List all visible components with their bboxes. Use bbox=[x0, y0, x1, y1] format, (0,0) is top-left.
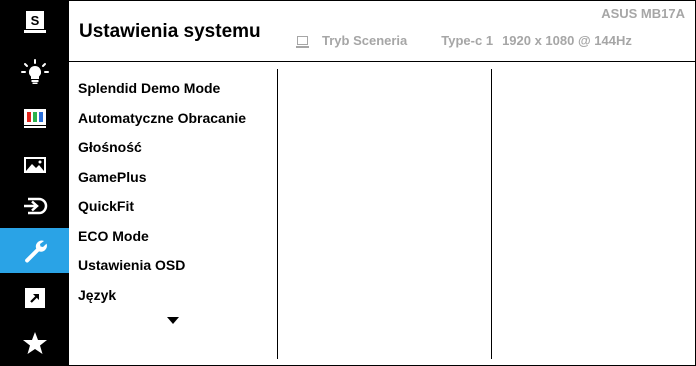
star-favorite-icon[interactable] bbox=[0, 323, 69, 363]
header: Ustawienia systemu ASUS MB17A Tryb Scene… bbox=[69, 1, 695, 62]
color-icon[interactable] bbox=[0, 98, 69, 138]
column-divider bbox=[277, 69, 278, 359]
svg-text:S: S bbox=[30, 13, 39, 28]
menu-item-splendid-demo-mode[interactable]: Splendid Demo Mode bbox=[78, 74, 278, 104]
menu-item-eco-mode[interactable]: ECO Mode bbox=[78, 222, 278, 252]
monitor-mode-icon bbox=[296, 35, 309, 48]
page-title: Ustawienia systemu bbox=[79, 21, 261, 42]
menu-item-language[interactable]: Język bbox=[78, 281, 278, 311]
scenery-mode-label: Tryb Sceneria bbox=[322, 32, 408, 48]
triangle-down-icon[interactable] bbox=[167, 317, 179, 324]
input-select-icon[interactable]: S bbox=[0, 2, 69, 42]
menu-item-gameplus[interactable]: GamePlus bbox=[78, 163, 278, 193]
shortcut-icon[interactable] bbox=[0, 278, 69, 318]
system-settings-menu: Splendid Demo Mode Automatyczne Obracani… bbox=[78, 74, 278, 310]
model-name: ASUS MB17A bbox=[601, 6, 685, 21]
osd-panel: Ustawienia systemu ASUS MB17A Tryb Scene… bbox=[69, 0, 696, 366]
input-source-icon[interactable] bbox=[0, 186, 69, 226]
image-icon[interactable] bbox=[0, 145, 69, 185]
menu-item-auto-rotation[interactable]: Automatyczne Obracanie bbox=[78, 104, 278, 134]
menu-item-volume[interactable]: Głośność bbox=[78, 133, 278, 163]
status-row: Tryb Sceneria Type-c 1 1920 x 1080 @ 144… bbox=[296, 32, 632, 48]
column-divider bbox=[491, 69, 492, 359]
menu-item-osd-settings[interactable]: Ustawienia OSD bbox=[78, 251, 278, 281]
sidebar: S bbox=[0, 0, 69, 366]
input-label: Type-c 1 bbox=[441, 32, 494, 48]
menu-item-quickfit[interactable]: QuickFit bbox=[78, 192, 278, 222]
blue-light-filter-icon[interactable] bbox=[0, 52, 69, 92]
wrench-icon[interactable] bbox=[0, 228, 69, 273]
resolution-label: 1920 x 1080 @ 144Hz bbox=[502, 32, 632, 48]
